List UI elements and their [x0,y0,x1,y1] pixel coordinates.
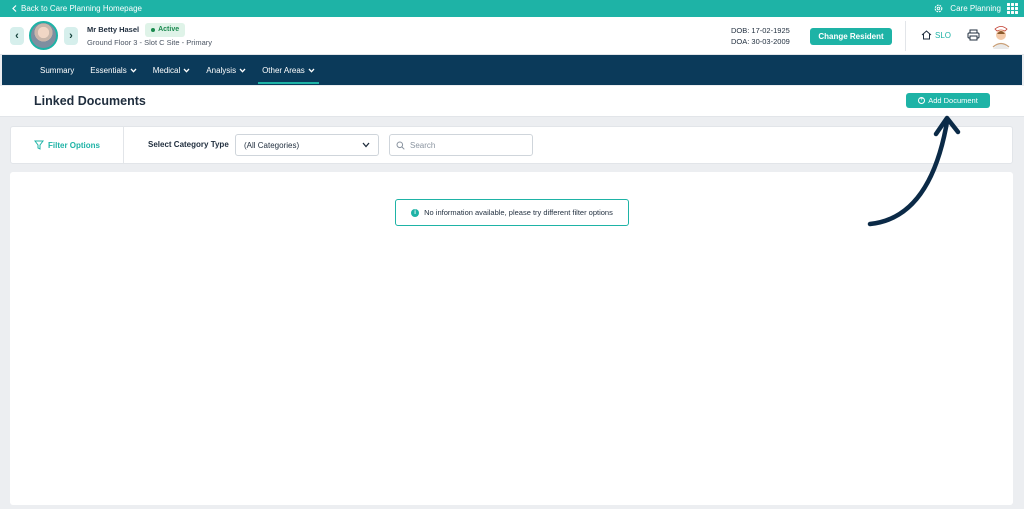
gear-icon[interactable] [933,3,944,14]
filter-options-label: Filter Options [48,140,100,150]
home-code: SLO [935,30,952,40]
chevron-down-icon [239,68,246,73]
home-icon [921,30,932,40]
back-link-label: Back to Care Planning Homepage [21,4,142,13]
resident-location: Ground Floor 3 - Slot C Site - Primary [87,37,213,47]
nav-medical[interactable]: Medical [145,55,199,85]
nav-essentials[interactable]: Essentials [82,55,144,85]
chevron-left-icon [12,5,17,12]
chevron-down-icon [308,68,315,73]
dob-label: DOB: 17-02-1925 [731,26,790,35]
change-resident-button[interactable]: Change Resident [810,28,892,45]
main-nav: Summary Essentials Medical Analysis Othe… [2,55,1022,85]
doa-label: DOA: 30-03-2009 [731,37,790,46]
top-bar: Back to Care Planning Homepage Care Plan… [0,0,1024,17]
nav-summary[interactable]: Summary [32,55,82,85]
plus-circle-icon: + [918,97,926,104]
search-input[interactable] [410,140,520,150]
empty-state-notice: i No information available, please try d… [395,199,629,226]
filter-icon [34,140,44,150]
page-title: Linked Documents [34,94,146,108]
divider [905,21,906,51]
chevron-down-icon [130,68,137,73]
nav-summary-label: Summary [40,65,75,75]
resident-info: Mr Betty Hasel Active Ground Floor 3 - S… [87,22,213,49]
filter-options-toggle[interactable]: Filter Options [11,127,124,163]
nav-other-areas[interactable]: Other Areas [254,55,323,85]
category-select[interactable]: (All Categories) [235,134,379,156]
status-badge: Active [145,22,186,37]
chevron-down-icon [183,68,190,73]
nav-medical-label: Medical [152,65,181,75]
previous-resident-button[interactable]: ‹ [10,26,24,45]
annotation-arrow-icon [867,115,961,227]
avatar [29,21,58,50]
add-document-label: Add Document [928,96,978,105]
nav-analysis-label: Analysis [206,65,237,75]
status-label: Active [158,25,180,33]
nav-essentials-label: Essentials [90,65,127,75]
module-label: Care Planning [950,4,1001,13]
search-icon [396,141,405,150]
printer-icon[interactable] [967,29,980,41]
next-resident-button[interactable]: › [64,26,78,45]
resident-name: Mr Betty Hasel [87,24,140,34]
category-type-label: Select Category Type [148,140,229,149]
nav-analysis[interactable]: Analysis [198,55,254,85]
chevron-down-icon [362,142,370,148]
home-selector[interactable]: SLO [921,30,951,40]
apps-grid-icon[interactable] [1007,3,1018,14]
nav-other-areas-label: Other Areas [262,65,305,75]
empty-state-message: No information available, please try dif… [424,208,613,217]
status-dot-icon [151,27,156,32]
resident-dates: DOB: 17-02-1925 DOA: 30-03-2009 [731,25,790,47]
info-icon: i [411,208,420,217]
add-document-button[interactable]: + Add Document [906,93,990,108]
search-field[interactable] [389,134,533,156]
back-link[interactable]: Back to Care Planning Homepage [12,4,142,13]
category-select-value: (All Categories) [244,140,300,150]
resident-header: ‹ › Mr Betty Hasel Active Ground Floor 3… [0,17,1024,55]
nurse-avatar-icon[interactable] [990,23,1012,49]
